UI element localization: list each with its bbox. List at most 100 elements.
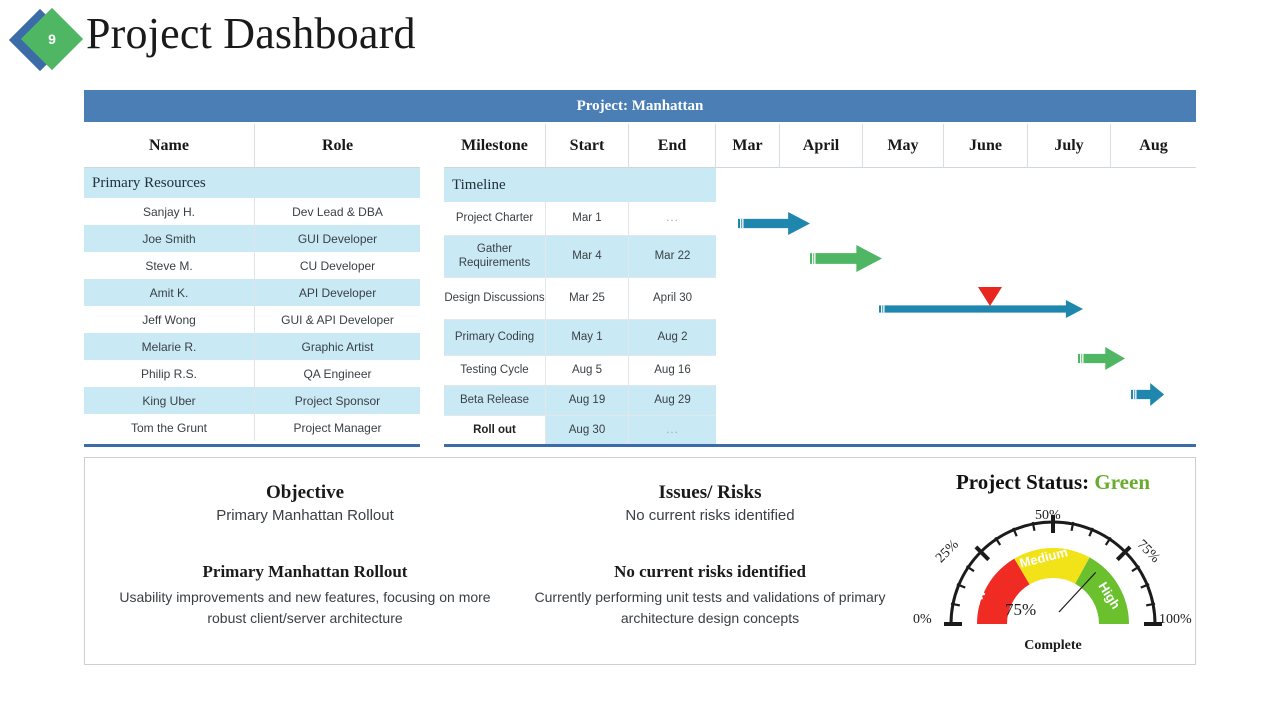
milestone-name: Project Charter xyxy=(444,202,546,236)
objective-heading: Primary Manhattan Rollout xyxy=(202,562,408,581)
col-header-end: End xyxy=(629,124,716,168)
col-header-milestone: Milestone xyxy=(444,124,546,168)
project-status-prefix: Project Status: xyxy=(955,470,1090,494)
resource-role: Project Sponsor xyxy=(294,393,381,408)
completion-gauge: 0% 25% 50% 75% 100% Low Medium High 75% Complete xyxy=(909,496,1197,656)
gauge-caption: Complete xyxy=(1024,638,1082,653)
gantt-chart xyxy=(716,168,1196,444)
milestone-name: Primary Coding xyxy=(444,320,546,356)
resource-role: GUI & API Developer xyxy=(281,312,394,327)
resource-role: Project Manager xyxy=(293,420,382,435)
col-header-name: Name xyxy=(84,124,255,168)
issues-column: Issues/ Risks No current risks identifie… xyxy=(515,458,905,664)
milestone-start: May 1 xyxy=(546,320,629,356)
status-column: Project Status: Green 0% 25% 50% 75% 100% Low… xyxy=(909,458,1197,664)
resource-role: Graphic Artist xyxy=(301,339,374,354)
resource-name: Sanjay H. xyxy=(84,198,255,225)
milestone-table: Timeline Project Charter Mar 1... Gather R… xyxy=(444,168,716,446)
resource-name: Melarie R. xyxy=(84,333,255,360)
resource-name: Jeff Wong xyxy=(84,306,255,333)
objective-title: Objective xyxy=(265,482,345,503)
resource-name: King Uber xyxy=(84,387,255,414)
col-header-role: Role xyxy=(255,124,420,168)
gauge-value-label: 75% xyxy=(1005,600,1037,619)
milestone-start: Mar 4 xyxy=(546,236,629,278)
milestone-name: Testing Cycle xyxy=(444,356,546,386)
issues-body: Currently performing unit tests and vali… xyxy=(534,589,886,626)
resource-name: Amit K. xyxy=(84,279,255,306)
resource-row: Melarie R. Graphic Artist xyxy=(84,333,420,360)
project-status-value: Green xyxy=(1094,470,1151,494)
resource-name: Philip R.S. xyxy=(84,360,255,387)
gantt-bar xyxy=(809,245,882,272)
milestone-end: April 30 xyxy=(629,278,716,320)
milestone-end: Aug 16 xyxy=(629,356,716,386)
resource-row: Tom the Grunt Project Manager xyxy=(84,414,420,441)
milestone-name: Beta Release xyxy=(444,386,546,416)
milestone-end: ... xyxy=(629,416,716,446)
issues-heading: No current risks identified xyxy=(614,562,806,581)
objective-column: Objective Primary Manhattan Rollout Prim… xyxy=(105,458,505,664)
gantt-bar xyxy=(737,212,810,235)
milestone-row: Gather Requirements Mar 4 Mar 22 xyxy=(444,236,716,278)
gantt-marker-triangle xyxy=(977,287,1002,306)
col-header-month-june: June xyxy=(944,124,1028,168)
resource-name: Joe Smith xyxy=(84,225,255,252)
slide-number: 9 xyxy=(48,31,56,47)
bottom-panel: Objective Primary Manhattan Rollout Prim… xyxy=(84,457,1196,665)
resource-row: Sanjay H. Dev Lead & DBA xyxy=(84,198,420,225)
col-header-month-july: July xyxy=(1028,124,1111,168)
gauge-axis-label: 50% xyxy=(1035,508,1061,523)
resource-row: Philip R.S. QA Engineer xyxy=(84,360,420,387)
resource-role: CU Developer xyxy=(299,258,376,273)
resources-table: Primary Resources Sanjay H. Dev Lead & DB… xyxy=(84,168,420,441)
col-header-month-aug: Aug xyxy=(1111,124,1196,168)
issues-title: Issues/ Risks xyxy=(658,482,762,503)
resource-row: Jeff Wong GUI & API Developer xyxy=(84,306,420,333)
objective-body: Usability improvements and new features,… xyxy=(119,589,491,626)
slide-canvas: 9 Project Dashboard Project: Manhattan N… xyxy=(0,0,1280,720)
milestone-row: Roll out Aug 30... xyxy=(444,416,716,446)
milestone-start: Mar 1 xyxy=(546,202,629,236)
issues-subtitle: No current risks identified xyxy=(625,507,795,524)
objective-subtitle: Primary Manhattan Rollout xyxy=(216,507,394,524)
project-band-label: Project: Manhattan xyxy=(576,97,704,114)
resource-role: Dev Lead & DBA xyxy=(292,204,383,219)
milestone-end: Mar 22 xyxy=(629,236,716,278)
resource-role: GUI Developer xyxy=(297,231,378,246)
milestone-row: Beta Release Aug 19 Aug 29 xyxy=(444,386,716,416)
milestone-name: Design Discussions xyxy=(444,278,546,320)
resource-row: Amit K. API Developer xyxy=(84,279,420,306)
resources-table-rule xyxy=(84,444,420,447)
col-header-month-may: May xyxy=(863,124,944,168)
milestone-row: Project Charter Mar 1... xyxy=(444,202,716,236)
milestone-end: Aug 2 xyxy=(629,320,716,356)
milestone-name: Roll out xyxy=(444,416,546,446)
gantt-bar xyxy=(1131,383,1165,406)
col-header-month-april: April xyxy=(780,124,863,168)
timeline-section-label: Timeline xyxy=(444,168,716,202)
milestone-start: Aug 5 xyxy=(546,356,629,386)
resource-row: Joe Smith GUI Developer xyxy=(84,225,420,252)
milestone-name: Gather Requirements xyxy=(444,236,546,278)
resource-role: QA Engineer xyxy=(303,366,372,381)
project-band: Project: Manhattan xyxy=(84,90,1196,122)
resource-name: Steve M. xyxy=(84,252,255,279)
gantt-rule xyxy=(444,444,1196,447)
milestone-start: Aug 19 xyxy=(546,386,629,416)
resources-section-label: Primary Resources xyxy=(84,168,420,198)
resource-row: Steve M. CU Developer xyxy=(84,252,420,279)
gauge-axis-label: 0% xyxy=(913,612,932,627)
milestone-row: Testing Cycle Aug 5 Aug 16 xyxy=(444,356,716,386)
slide-number-badge: 9 xyxy=(8,7,92,72)
milestone-start: Aug 30 xyxy=(546,416,629,446)
milestone-row: Design Discussions Mar 25 April 30 xyxy=(444,278,716,320)
milestone-end: ... xyxy=(629,202,716,236)
gauge-axis-label: 100% xyxy=(1159,612,1192,627)
gantt-bar xyxy=(1078,347,1126,370)
milestone-row: Primary Coding May 1 Aug 2 xyxy=(444,320,716,356)
milestone-end: Aug 29 xyxy=(629,386,716,416)
project-status-title: Project Status: Green xyxy=(909,470,1197,495)
milestone-start: Mar 25 xyxy=(546,278,629,320)
resource-role: API Developer xyxy=(298,285,377,300)
